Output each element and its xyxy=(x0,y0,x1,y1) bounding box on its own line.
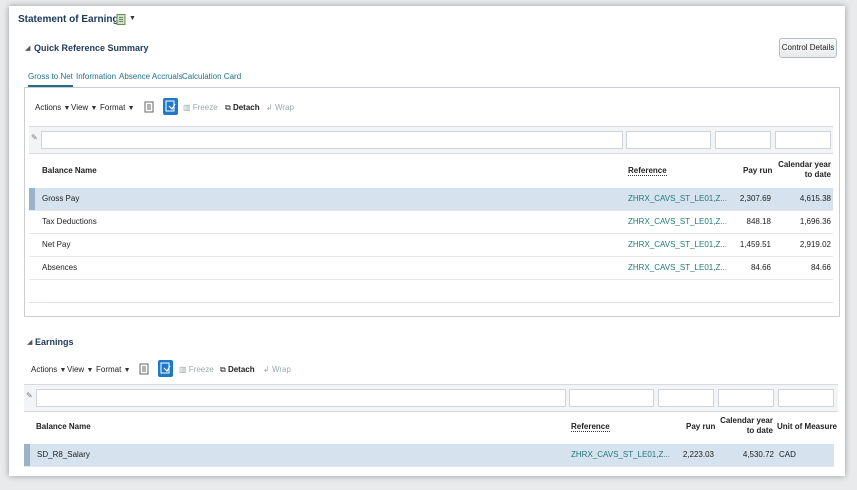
earnings-col-unit-of-measure[interactable]: Unit of Measure xyxy=(777,422,837,431)
summary-heading: Quick Reference Summary xyxy=(34,43,149,53)
format-menu[interactable]: Format ▼ xyxy=(100,103,135,112)
view-menu[interactable]: View ▼ xyxy=(71,103,97,112)
row-calendar-year: 1,696.36 xyxy=(799,217,831,226)
row-balance-name: Net Pay xyxy=(42,240,71,249)
row-reference-link[interactable]: ZHRX_CAVS_ST_LE01,Z... xyxy=(628,211,727,233)
query-by-example-icon[interactable] xyxy=(144,101,155,115)
earnings-filter-toggle-icon[interactable] xyxy=(158,360,173,377)
tab-gross-to-net[interactable]: Gross to Net xyxy=(28,72,73,87)
earnings-col-calendar-year[interactable]: Calendar year to date xyxy=(717,416,773,436)
table-row[interactable]: Net Pay ZHRX_CAVS_ST_LE01,Z... 1,459.51 … xyxy=(29,234,833,257)
detach-button[interactable]: ⧉ Detach xyxy=(225,103,260,113)
filter-toggle-icon[interactable] xyxy=(163,98,178,115)
row-reference-link[interactable]: ZHRX_CAVS_ST_LE01,Z... xyxy=(628,188,727,210)
earnings-view-menu[interactable]: View ▼ xyxy=(67,365,93,374)
table-row[interactable]: Gross Pay ZHRX_CAVS_ST_LE01,Z... 2,307.6… xyxy=(29,188,833,211)
filter-balance-name[interactable] xyxy=(41,131,623,149)
earnings-detach-button[interactable]: ⧉ Detach xyxy=(220,365,255,375)
earnings-filter-balance-name[interactable] xyxy=(36,389,566,407)
tab-calculation-card[interactable]: Calculation Card xyxy=(182,72,241,81)
col-balance-name[interactable]: Balance Name xyxy=(42,166,97,175)
freeze-button[interactable]: ▥ Freeze xyxy=(183,103,218,112)
divider xyxy=(29,302,833,303)
row-calendar-year: 4,615.38 xyxy=(799,194,831,203)
row-pay-run: 2,307.69 xyxy=(739,194,771,203)
clear-filter-icon[interactable]: ✎ xyxy=(31,133,38,142)
table-row[interactable]: Tax Deductions ZHRX_CAVS_ST_LE01,Z... 84… xyxy=(29,211,833,234)
earnings-filter-reference[interactable] xyxy=(569,389,654,407)
row-calendar-year: 2,919.02 xyxy=(799,240,831,249)
earnings-heading: Earnings xyxy=(35,337,74,347)
col-calendar-year[interactable]: Calendar year to date xyxy=(775,160,831,180)
collapse-earnings-icon[interactable]: ◢ xyxy=(27,338,32,346)
earnings-wrap-button[interactable]: ↲ Wrap xyxy=(263,365,291,374)
row-balance-name: SD_R8_Salary xyxy=(37,450,90,459)
earnings-col-pay-run[interactable]: Pay run xyxy=(686,422,715,431)
col-reference[interactable]: Reference xyxy=(628,166,667,176)
collapse-summary-icon[interactable]: ◢ xyxy=(25,44,30,52)
filter-pay-run[interactable] xyxy=(715,131,771,149)
filter-row: ✎ xyxy=(29,126,833,154)
detach-icon: ⧉ xyxy=(225,103,231,112)
earnings-clear-filter-icon[interactable]: ✎ xyxy=(26,391,33,400)
row-balance-name: Gross Pay xyxy=(42,194,80,203)
row-pay-run: 848.18 xyxy=(746,217,771,226)
table-row[interactable]: SD_R8_Salary ZHRX_CAVS_ST_LE01,Z... 2,22… xyxy=(24,444,834,467)
title-menu-chevron-down-icon[interactable]: ▼ xyxy=(129,15,136,22)
summary-panel: Actions ▼ View ▼ Format ▼ ▥ Freeze ⧉ Det… xyxy=(24,87,840,317)
row-balance-name: Absences xyxy=(42,263,78,272)
page-title: Statement of Earnings xyxy=(18,14,125,25)
col-pay-run[interactable]: Pay run xyxy=(743,166,772,175)
earnings-col-reference[interactable]: Reference xyxy=(571,422,610,432)
row-reference-link[interactable]: ZHRX_CAVS_ST_LE01,Z... xyxy=(628,257,727,279)
earnings-format-menu[interactable]: Format ▼ xyxy=(96,365,131,374)
row-pay-run: 2,223.03 xyxy=(682,450,714,459)
earnings-filter-unit[interactable] xyxy=(778,389,834,407)
row-pay-run: 84.66 xyxy=(750,263,771,272)
earnings-filter-calendar-year[interactable] xyxy=(718,389,774,407)
earnings-freeze-button[interactable]: ▥ Freeze xyxy=(179,365,214,374)
wrap-button[interactable]: ↲ Wrap xyxy=(266,103,294,112)
page-frame: Statement of Earnings ▼ ◢ Quick Referenc… xyxy=(9,6,845,476)
actions-menu[interactable]: Actions ▼ xyxy=(35,103,70,112)
earnings-filter-row: ✎ xyxy=(24,384,838,412)
earnings-col-balance-name[interactable]: Balance Name xyxy=(36,422,91,431)
row-reference-link[interactable]: ZHRX_CAVS_ST_LE01,Z... xyxy=(571,444,670,466)
row-calendar-year: 84.66 xyxy=(810,263,831,272)
earnings-filter-pay-run[interactable] xyxy=(658,389,714,407)
control-details-button[interactable]: Control Details xyxy=(779,38,837,58)
detach-icon: ⧉ xyxy=(220,365,226,374)
tab-information[interactable]: Information xyxy=(76,72,116,81)
table-row[interactable]: Absences ZHRX_CAVS_ST_LE01,Z... 84.66 84… xyxy=(29,257,833,280)
row-unit-of-measure: CAD xyxy=(779,450,796,459)
earnings-actions-menu[interactable]: Actions ▼ xyxy=(31,365,66,374)
row-reference-link[interactable]: ZHRX_CAVS_ST_LE01,Z... xyxy=(628,234,727,256)
document-icon[interactable] xyxy=(116,14,127,27)
earnings-query-by-example-icon[interactable] xyxy=(139,363,150,377)
filter-calendar-year[interactable] xyxy=(775,131,831,149)
row-calendar-year: 4,530.72 xyxy=(742,450,774,459)
row-pay-run: 1,459.51 xyxy=(739,240,771,249)
row-balance-name: Tax Deductions xyxy=(42,217,97,226)
tab-absence-accruals[interactable]: Absence Accruals xyxy=(119,72,183,81)
filter-reference[interactable] xyxy=(626,131,711,149)
